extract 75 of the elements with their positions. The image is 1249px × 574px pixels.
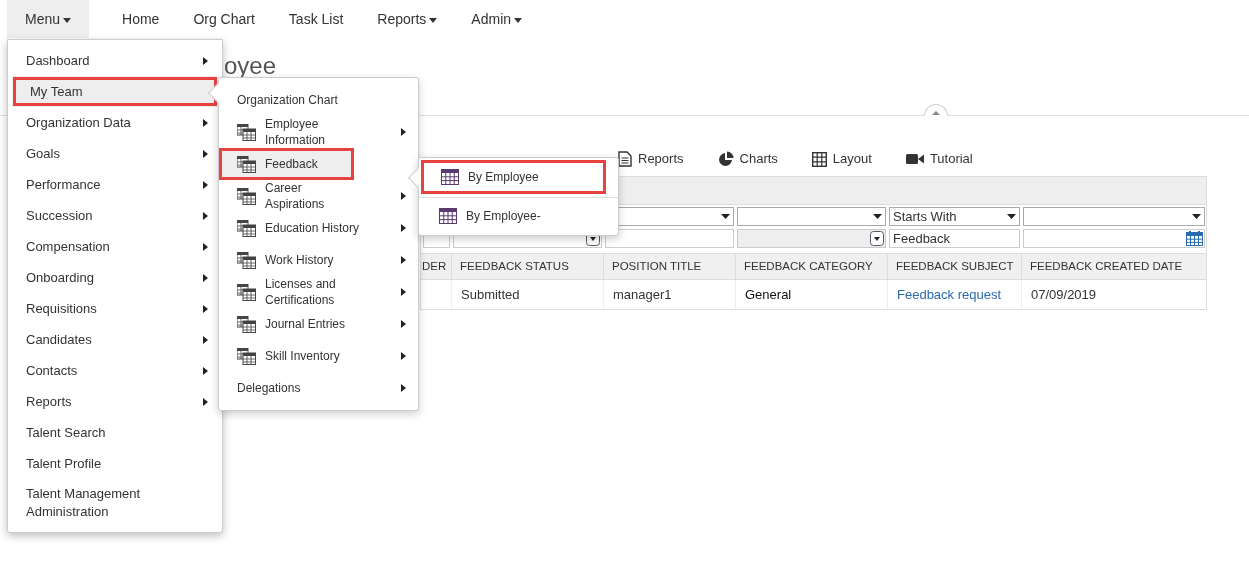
submenu-item[interactable]: Journal Entries: [219, 308, 418, 340]
menu-item[interactable]: Talent Profile: [8, 448, 222, 479]
submenu-item[interactable]: By Employee-: [419, 197, 618, 231]
submenu-item[interactable]: Feedback: [219, 148, 354, 180]
column-header[interactable]: FEEDBACK SUBJECT: [887, 254, 1021, 279]
menu-item[interactable]: Organization Data: [8, 107, 222, 138]
menu-item[interactable]: Onboarding: [8, 262, 222, 293]
menu-item[interactable]: My Team: [12, 76, 218, 107]
table-icon: [237, 219, 256, 237]
table-icon: [441, 169, 459, 185]
table-icon: [237, 187, 256, 205]
filter-dropdown[interactable]: Starts With: [889, 207, 1020, 226]
submenu-item[interactable]: Employee Information: [219, 116, 418, 148]
pie-chart-icon: [717, 151, 734, 167]
column-header[interactable]: FEEDBACK STATUS: [451, 254, 603, 279]
toolbar-button[interactable]: Layout: [811, 149, 872, 169]
table-icon: [237, 123, 256, 141]
column-header[interactable]: DER: [421, 254, 451, 279]
menu-item[interactable]: Reports: [8, 386, 222, 417]
submenu-item[interactable]: Skill Inventory: [219, 340, 418, 372]
submenu-item[interactable]: By Employee: [421, 160, 606, 194]
submenu-item[interactable]: Licenses and Certifications: [219, 276, 418, 308]
table-icon: [237, 155, 256, 173]
submenu-item[interactable]: Organization Chart: [219, 84, 418, 116]
nav-link[interactable]: Task List: [271, 0, 361, 38]
nav-link[interactable]: Menu: [7, 0, 90, 38]
table-cell-text: Submitted: [461, 285, 520, 304]
video-camera-icon: [905, 153, 924, 165]
dropdown-arrow-icon: [1192, 214, 1201, 219]
table-link[interactable]: Feedback request: [897, 284, 1002, 305]
menu-item[interactable]: Contacts: [8, 355, 222, 386]
table-icon: [237, 251, 256, 269]
calendar-icon[interactable]: [1186, 231, 1203, 246]
dropdown-arrow-icon: [1007, 214, 1016, 219]
table-icon: [439, 208, 457, 224]
menu-item[interactable]: Performance: [8, 169, 222, 200]
date-field[interactable]: [1023, 229, 1205, 248]
filter-dropdown[interactable]: [737, 207, 886, 226]
menu-item[interactable]: Talent Management Administration: [8, 479, 222, 527]
table-cell-text: manager1: [613, 285, 672, 304]
menu-item[interactable]: Requisitions: [8, 293, 222, 324]
nav-link[interactable]: Org Chart: [176, 0, 272, 38]
submenu-item[interactable]: Delegations: [219, 372, 418, 404]
menu-item[interactable]: Compensation: [8, 231, 222, 262]
nav-link[interactable]: Admin: [454, 0, 540, 38]
filter-input[interactable]: Feedback: [889, 229, 1020, 248]
submenu-item[interactable]: Education History: [219, 212, 418, 244]
toolbar-button[interactable]: Tutorial: [905, 149, 973, 169]
grid-icon: [811, 151, 827, 167]
toolbar-button[interactable]: Charts: [717, 149, 778, 169]
nav-link[interactable]: Reports: [360, 0, 455, 38]
page-title: oyee: [224, 52, 277, 80]
dropdown-arrow-icon: [721, 214, 730, 219]
menu-item[interactable]: Goals: [8, 138, 222, 169]
menu-item[interactable]: Talent Search: [8, 417, 222, 448]
table-icon: [237, 315, 256, 333]
menu-item[interactable]: Dashboard: [8, 45, 222, 76]
submenu-item[interactable]: Work History: [219, 244, 418, 276]
dropdown-arrow-icon: [873, 214, 882, 219]
filter-dropdown[interactable]: [1023, 207, 1205, 226]
menu-item[interactable]: Succession: [8, 200, 222, 231]
submenu-item[interactable]: Career Aspirations: [219, 180, 418, 212]
column-header[interactable]: POSITION TITLE: [603, 254, 735, 279]
table-cell-text: General: [745, 285, 792, 304]
nav-link[interactable]: Home: [105, 0, 177, 38]
column-header[interactable]: FEEDBACK CREATED DATE: [1021, 254, 1206, 279]
table-icon: [237, 347, 256, 365]
filter-input[interactable]: [605, 229, 734, 248]
table-cell-text: 07/09/2019: [1031, 285, 1097, 304]
dropdown-button-icon[interactable]: [870, 231, 884, 246]
collapse-toggle-icon[interactable]: [924, 104, 948, 116]
column-header[interactable]: FEEDBACK CATEGORY: [735, 254, 887, 279]
menu-item[interactable]: Candidates: [8, 324, 222, 355]
toolbar-button[interactable]: Reports: [618, 149, 684, 169]
table-icon: [237, 283, 256, 301]
